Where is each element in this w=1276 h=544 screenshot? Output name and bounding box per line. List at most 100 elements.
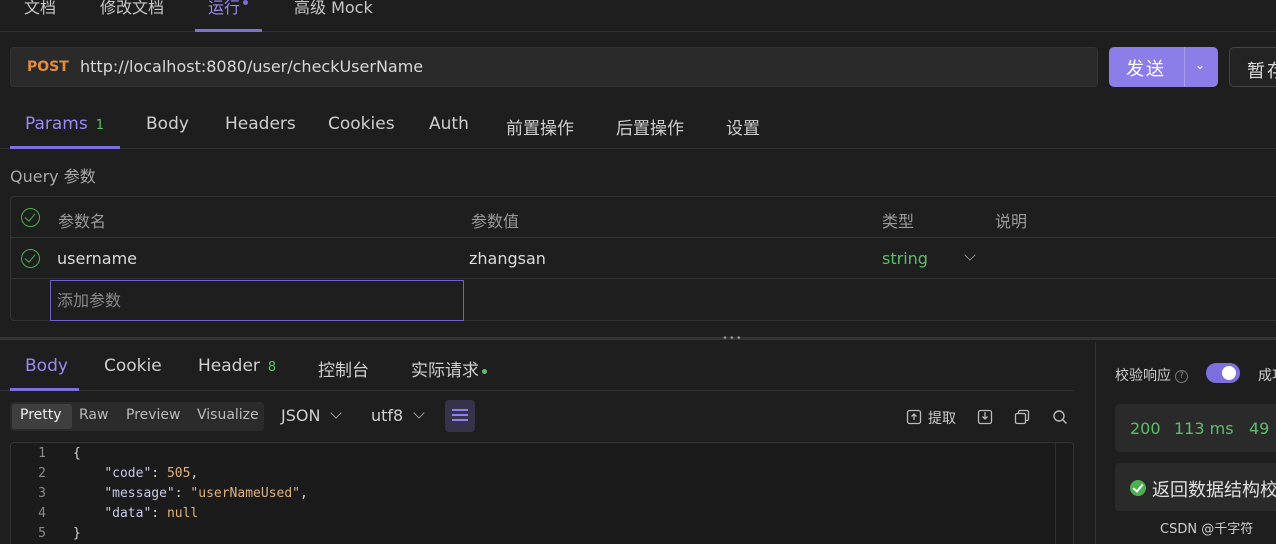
active-tab-indicator xyxy=(10,388,79,391)
tab-run[interactable]: 运行 xyxy=(208,0,249,18)
tab-pre-processors[interactable]: 前置操作 xyxy=(506,114,574,139)
col-value-header: 参数值 xyxy=(471,212,520,231)
json-value: "userNameUsed" xyxy=(190,486,300,501)
tab-advanced-mock[interactable]: 高级 Mock xyxy=(294,0,373,18)
active-tab-indicator xyxy=(195,29,262,32)
table-header-row: 参数名 参数值 类型 说明 xyxy=(11,197,1276,238)
tab-docs[interactable]: 文档 xyxy=(24,0,56,18)
verify-response-label: 校验响应? xyxy=(1115,365,1188,385)
response-size: 49 B xyxy=(1249,419,1276,438)
tab-response-header[interactable]: Header 8 xyxy=(198,356,276,376)
code-line: "message": "userNameUsed", xyxy=(104,486,308,501)
tab-auth[interactable]: Auth xyxy=(429,114,469,134)
url-bar[interactable]: POST http://localhost:8080/user/checkUse… xyxy=(10,47,1098,87)
chevron-down-icon xyxy=(330,407,343,419)
code-line: } xyxy=(73,526,81,541)
status-dot xyxy=(482,368,487,374)
schema-validation-label: 返回数据结构校验 xyxy=(1152,480,1276,501)
tab-actual-request[interactable]: 实际请求 xyxy=(411,356,487,381)
copy-icon[interactable] xyxy=(1014,409,1030,425)
help-icon[interactable]: ? xyxy=(1175,369,1188,383)
mode-pretty[interactable]: Pretty xyxy=(20,407,62,423)
method-select[interactable]: POST xyxy=(27,59,69,75)
line-number: 5 xyxy=(38,526,46,541)
extract-icon[interactable] xyxy=(906,409,922,425)
tab-cookies[interactable]: Cookies xyxy=(328,114,395,134)
param-tabs: Params 1 Body Headers Cookies Auth 前置操作 后… xyxy=(0,98,1276,149)
chevron-down-icon[interactable]: ⌄ xyxy=(1195,58,1205,72)
save-label: 暂存 xyxy=(1247,61,1276,82)
word-wrap-button[interactable] xyxy=(445,400,475,432)
view-mode-segment: Pretty Raw Preview Visualize xyxy=(10,402,264,431)
col-name-header: 参数名 xyxy=(58,212,107,231)
response-summary-panel: 校验响应? 成功 200 113 ms 49 B 返回数据结构校验 xyxy=(1095,342,1276,544)
tab-actual-request-label: 实际请求 xyxy=(411,361,479,381)
tab-headers[interactable]: Headers xyxy=(225,114,296,134)
check-circle-icon xyxy=(1130,480,1146,496)
tab-response-cookie[interactable]: Cookie xyxy=(104,356,162,376)
line-number: 2 xyxy=(38,466,46,481)
response-time: 113 ms xyxy=(1174,419,1234,438)
row-enabled-check-icon[interactable] xyxy=(21,249,40,268)
mode-visualize[interactable]: Visualize xyxy=(197,407,259,423)
tab-settings[interactable]: 设置 xyxy=(726,114,760,139)
response-tabs: Body Cookie Header 8 控制台 实际请求 xyxy=(0,342,1074,391)
scrollbar[interactable] xyxy=(1055,443,1073,544)
tab-post-processors[interactable]: 后置操作 xyxy=(616,114,684,139)
format-select[interactable]: JSON xyxy=(281,406,343,425)
send-button[interactable]: 发送 ⌄ xyxy=(1109,47,1218,87)
select-all-check-icon[interactable] xyxy=(21,208,40,227)
brace-close: } xyxy=(73,526,81,541)
schema-validation: 返回数据结构校验 xyxy=(1115,463,1276,511)
param-value-cell[interactable]: zhangsan xyxy=(469,249,546,268)
search-icon[interactable] xyxy=(1052,409,1068,425)
send-label: 发送 xyxy=(1126,59,1166,80)
url-input[interactable]: http://localhost:8080/user/checkUserName xyxy=(80,57,423,76)
code-line: "code": 505, xyxy=(104,466,199,481)
success-label: 成功 xyxy=(1258,368,1276,384)
json-key: "message" xyxy=(104,486,175,501)
tab-response-body[interactable]: Body xyxy=(25,356,68,376)
json-key: "code" xyxy=(104,466,152,481)
json-key: "data" xyxy=(104,506,152,521)
format-value: JSON xyxy=(281,406,321,425)
params-table: 参数名 参数值 类型 说明 username zhangsan string xyxy=(10,196,1276,321)
line-number: 4 xyxy=(38,506,46,521)
extract-button[interactable]: 提取 xyxy=(928,408,956,428)
top-tabs: 文档 修改文档 运行 高级 Mock xyxy=(0,0,1276,32)
panel-splitter[interactable] xyxy=(0,337,1276,340)
param-name-cell[interactable]: username xyxy=(57,249,137,268)
tab-response-header-label: Header xyxy=(198,356,260,376)
verify-response-text: 校验响应 xyxy=(1115,368,1171,384)
tab-params[interactable]: Params 1 xyxy=(25,114,104,134)
tab-edit-docs[interactable]: 修改文档 xyxy=(100,0,164,18)
encoding-select[interactable]: utf8 xyxy=(371,406,425,425)
brace-open: { xyxy=(73,446,81,461)
chevron-down-icon xyxy=(413,407,425,419)
download-icon[interactable] xyxy=(977,409,993,425)
tab-console[interactable]: 控制台 xyxy=(318,356,369,381)
wrap-icon xyxy=(452,409,468,411)
save-button[interactable]: 暂存 xyxy=(1229,47,1276,87)
tab-body[interactable]: Body xyxy=(146,114,189,134)
unsaved-dot xyxy=(243,0,249,5)
line-number: 3 xyxy=(38,486,46,501)
response-stats: 200 113 ms 49 B xyxy=(1115,404,1276,452)
active-tab-indicator xyxy=(10,146,120,149)
table-row: username zhangsan string xyxy=(11,238,1276,279)
col-type-header: 类型 xyxy=(882,212,915,231)
header-count-badge: 8 xyxy=(267,360,277,375)
col-desc-header: 说明 xyxy=(995,212,1028,231)
watermark: CSDN @千字符 xyxy=(1160,522,1254,537)
param-type-select[interactable]: string xyxy=(882,249,928,268)
mode-preview[interactable]: Preview xyxy=(126,407,181,423)
code-line: "data": null xyxy=(104,506,199,521)
verify-toggle[interactable] xyxy=(1206,363,1240,383)
json-value: 505 xyxy=(166,466,191,481)
encoding-value: utf8 xyxy=(371,406,404,425)
add-param-input[interactable] xyxy=(50,280,464,321)
code-line: { xyxy=(73,446,81,461)
response-code-editor[interactable]: 1 2 3 4 5 { "code": 505, "message": "use… xyxy=(10,442,1074,544)
mode-raw[interactable]: Raw xyxy=(79,407,108,423)
chevron-down-icon[interactable] xyxy=(964,249,976,261)
